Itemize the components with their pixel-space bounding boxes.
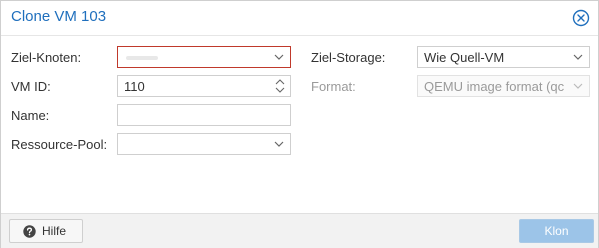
chevron-down-icon (573, 83, 583, 89)
dialog-footer: Hilfe Klon (1, 213, 598, 248)
format-label: Format: (311, 79, 356, 94)
target-storage-select[interactable]: Wie Quell-VM (417, 46, 590, 68)
clone-button-label: Klon (544, 224, 569, 238)
close-icon[interactable] (572, 9, 590, 27)
chevron-down-icon[interactable] (572, 51, 584, 63)
name-input[interactable] (117, 104, 291, 126)
target-node-select[interactable] (117, 46, 291, 68)
spinner-arrows-icon[interactable] (275, 78, 285, 94)
vm-id-value: 110 (124, 79, 145, 94)
format-select: QEMU image format (qc (417, 75, 590, 97)
chevron-down-icon[interactable] (273, 51, 285, 63)
target-node-label: Ziel-Knoten: (11, 50, 82, 65)
target-storage-value: Wie Quell-VM (424, 50, 505, 65)
help-button-label: Hilfe (42, 224, 67, 238)
chevron-down-icon[interactable] (273, 138, 285, 150)
dialog-title: Clone VM 103 (11, 8, 107, 25)
format-value: QEMU image format (qc (424, 79, 565, 94)
clone-vm-dialog: Clone VM 103 Ziel-Knoten: VM ID: 110 Nam… (0, 0, 599, 248)
resource-pool-select[interactable] (117, 133, 291, 155)
question-circle-icon (23, 225, 36, 238)
vm-id-label: VM ID: (11, 79, 51, 94)
name-label: Name: (11, 108, 50, 123)
help-button[interactable]: Hilfe (9, 219, 83, 243)
clone-button[interactable]: Klon (519, 219, 594, 243)
target-storage-label: Ziel-Storage: (311, 50, 386, 65)
resource-pool-label: Ressource-Pool: (11, 137, 108, 152)
vm-id-spinner[interactable]: 110 (117, 75, 291, 97)
target-node-redacted-value (126, 56, 158, 60)
dialog-titlebar: Clone VM 103 (1, 1, 598, 36)
